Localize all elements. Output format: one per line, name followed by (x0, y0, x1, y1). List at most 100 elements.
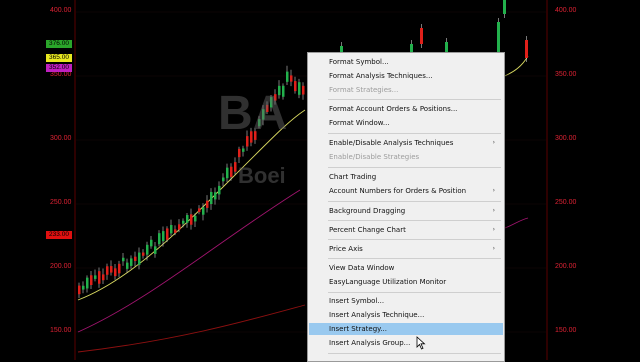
menu-item-label: Background Dragging (329, 207, 406, 215)
candle-body (222, 177, 225, 182)
candle-body (150, 239, 153, 247)
candle-body (445, 42, 448, 52)
menu-item-easylanguage-monitor[interactable]: EasyLanguage Utilization Monitor (309, 276, 503, 288)
candle-body (206, 200, 209, 208)
candle-body (230, 166, 233, 177)
mouse-cursor-icon (416, 336, 426, 350)
right-axis-label: 300.00 (555, 135, 577, 142)
ma-slow-line (77, 304, 306, 353)
candle-body (170, 225, 173, 234)
candle-body (286, 71, 289, 82)
candle-body (146, 244, 149, 255)
left-axis-label: 250.00 (50, 199, 72, 206)
submenu-arrow-icon: › (492, 207, 495, 214)
menu-separator (328, 220, 501, 221)
candle-body (298, 82, 301, 95)
candle-body (226, 167, 229, 179)
candle-body (234, 162, 237, 172)
menu-separator (328, 292, 501, 293)
menu-item-label: Enable/Disable Analysis Techniques (329, 139, 454, 147)
submenu-arrow-icon: › (492, 187, 495, 194)
candle-body (302, 85, 305, 95)
menu-item-label: View Data Window (329, 264, 395, 272)
menu-separator (328, 167, 501, 168)
menu-item-chart-trading[interactable]: Chart Trading (309, 171, 503, 183)
right-axis-label: 400.00 (555, 7, 577, 14)
company-watermark: Boei (238, 163, 286, 188)
menu-separator (328, 353, 501, 354)
candle-body (110, 266, 113, 273)
candle-body (78, 285, 81, 295)
menu-item-format-account-orders[interactable]: Format Account Orders & Positions... (309, 103, 503, 115)
menu-item-insert-strategy[interactable]: Insert Strategy... (309, 323, 503, 335)
left-axis-label: 400.00 (50, 7, 72, 14)
menu-item-insert-analysis-group[interactable]: Insert Analysis Group... (309, 337, 503, 349)
candle-body (94, 275, 97, 279)
candle-body (126, 262, 129, 269)
candle-body (106, 266, 109, 275)
left-axis-label: 200.00 (50, 263, 72, 270)
candle-body (242, 148, 245, 152)
candle-body (198, 208, 201, 213)
symbol-watermark: BA (218, 87, 288, 140)
menu-item-format-window[interactable]: Format Window... (309, 117, 503, 129)
menu-item-format-strategies: Format Strategies... (309, 84, 503, 96)
menu-item-percent-change-chart[interactable]: Percent Change Chart › (309, 224, 503, 236)
candle-body (238, 148, 241, 158)
menu-item-label: Format Window... (329, 119, 390, 127)
candle-body (194, 215, 197, 222)
menu-item-account-numbers[interactable]: Account Numbers for Orders & Position › (309, 185, 503, 197)
menu-item-format-symbol[interactable]: Format Symbol... (309, 56, 503, 68)
menu-item-enable-disable-analysis[interactable]: Enable/Disable Analysis Techniques › (309, 137, 503, 149)
price-badge-yellow: 365.00 (46, 54, 72, 62)
submenu-arrow-icon: › (492, 226, 495, 233)
menu-item-label: Format Analysis Techniques... (329, 72, 433, 80)
submenu-arrow-icon: › (492, 245, 495, 252)
candle-body (98, 271, 101, 284)
candle-body (190, 214, 193, 225)
menu-separator (328, 201, 501, 202)
price-badge-red: 233.00 (46, 231, 72, 239)
menu-item-label: Percent Change Chart (329, 226, 406, 234)
left-axis-label: 150.00 (50, 327, 72, 334)
menu-item-format-analysis-techniques[interactable]: Format Analysis Techniques... (309, 70, 503, 82)
left-axis-label: 350.00 (50, 71, 72, 78)
menu-item-price-axis[interactable]: Price Axis › (309, 243, 503, 255)
submenu-arrow-icon: › (492, 139, 495, 146)
right-axis-label: 200.00 (555, 263, 577, 270)
candle-body (114, 268, 117, 277)
candle-body (142, 252, 145, 256)
candle-body (294, 81, 297, 92)
candle-body (130, 258, 133, 266)
menu-item-view-data-window[interactable]: View Data Window (309, 262, 503, 274)
candle-body (218, 185, 221, 195)
candle-body (138, 252, 141, 265)
candle-body (90, 275, 93, 286)
candle-body (166, 228, 169, 240)
candle-body (82, 285, 85, 290)
menu-item-insert-analysis-technique[interactable]: Insert Analysis Technique... (309, 309, 503, 321)
candle-body (214, 192, 217, 200)
price-badge-green: 376.00 (46, 40, 72, 48)
candle-body (420, 28, 423, 44)
menu-item-label: Price Axis (329, 245, 363, 253)
candle-body (134, 256, 137, 261)
candle-body (162, 231, 165, 242)
left-axis-label: 300.00 (50, 135, 72, 142)
candle-body (202, 207, 205, 215)
menu-separator (328, 239, 501, 240)
candle-body (158, 233, 161, 245)
candle-body (186, 215, 189, 223)
menu-separator (328, 99, 501, 100)
candle-body (525, 40, 528, 58)
menu-item-enable-disable-strategies: Enable/Disable Strategies (309, 151, 503, 163)
right-axis-label: 350.00 (555, 71, 577, 78)
menu-item-label: Insert Symbol... (329, 297, 385, 305)
menu-item-label: EasyLanguage Utilization Monitor (329, 278, 447, 286)
candle-body (122, 257, 125, 262)
candle-body (86, 277, 89, 289)
menu-item-background-dragging[interactable]: Background Dragging › (309, 205, 503, 217)
menu-separator (328, 133, 501, 134)
menu-item-insert-symbol[interactable]: Insert Symbol... (309, 295, 503, 307)
candle-body (118, 263, 121, 274)
